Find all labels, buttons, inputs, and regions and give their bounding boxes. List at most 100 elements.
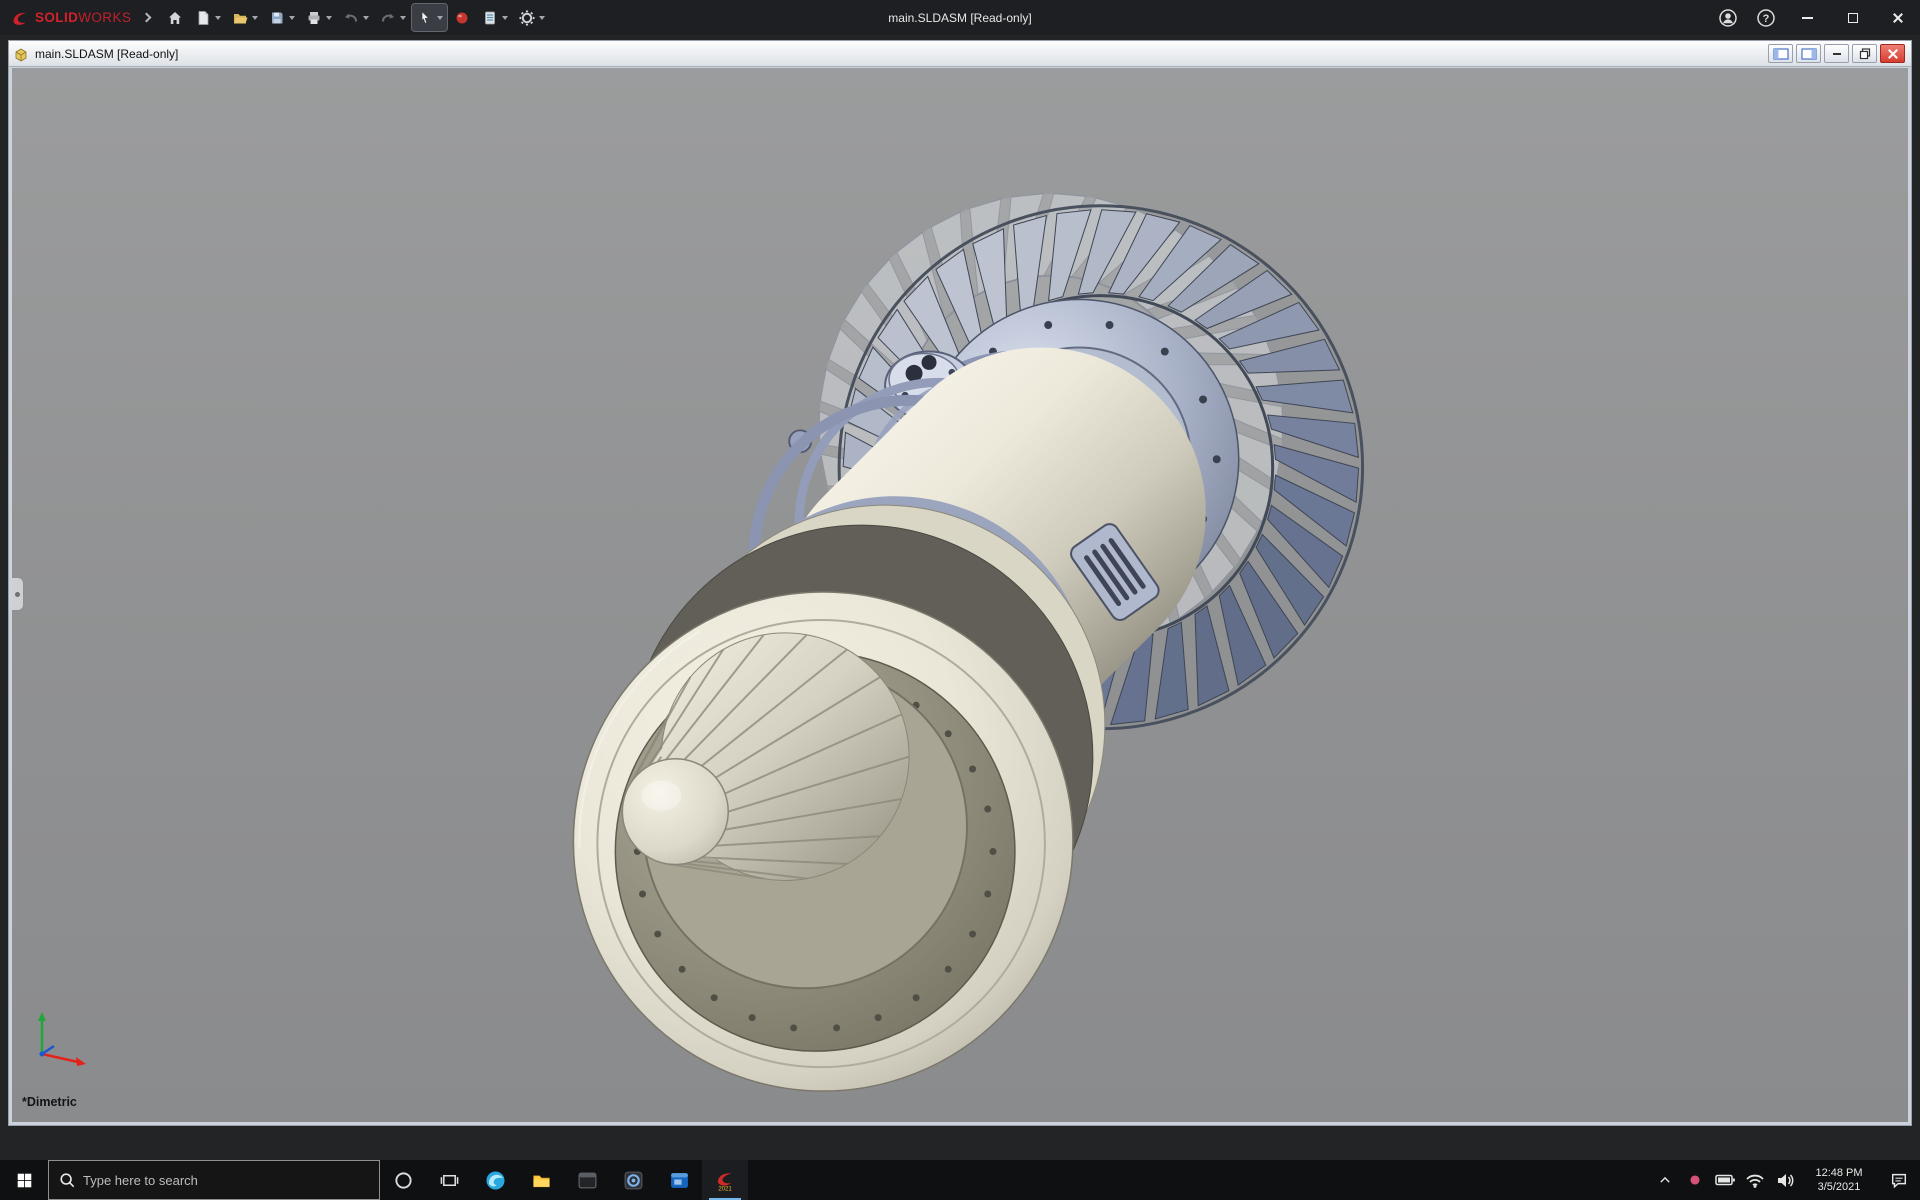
viewer-app-button[interactable] [610, 1160, 656, 1200]
volume-button[interactable] [1770, 1160, 1800, 1200]
clock-time: 12:48 PM [1815, 1166, 1862, 1180]
svg-text:2021: 2021 [718, 1187, 732, 1192]
design-binder-icon [481, 9, 499, 27]
select-button[interactable] [412, 4, 447, 31]
open-icon [231, 9, 249, 27]
document-minimize-button[interactable] [1824, 44, 1849, 63]
document-title: main.SLDASM [Read-only] [35, 47, 178, 61]
new-document-button[interactable] [190, 4, 225, 31]
terminal-icon [577, 1170, 598, 1191]
home-icon [166, 9, 184, 27]
document-window: main.SLDASM [Read-only] [8, 40, 1912, 1126]
help-button[interactable]: ? [1747, 0, 1785, 35]
toggle-left-pane-button[interactable] [1768, 44, 1793, 63]
undo-icon [342, 9, 360, 27]
toggle-left-pane-icon [1773, 48, 1789, 60]
network-button[interactable] [1740, 1160, 1770, 1200]
3ds-logo-icon [10, 8, 30, 28]
maximize-icon [1848, 13, 1858, 23]
battery-button[interactable] [1710, 1160, 1740, 1200]
save-button[interactable] [264, 4, 299, 31]
dropdown-caret-icon [539, 16, 545, 20]
task-view-button[interactable] [426, 1160, 472, 1200]
app-titlebar: SOLIDWORKS [0, 0, 1920, 35]
viewer-app-icon [623, 1170, 644, 1191]
save-icon [268, 9, 286, 27]
open-button[interactable] [227, 4, 262, 31]
print-icon [305, 9, 323, 27]
jet-engine-model[interactable] [12, 68, 1908, 1122]
dropdown-caret-icon [289, 16, 295, 20]
dropdown-caret-icon [326, 16, 332, 20]
design-binder-button[interactable] [477, 4, 512, 31]
edge-button[interactable] [472, 1160, 518, 1200]
solidworks-icon: 2021 [714, 1169, 736, 1191]
help-icon: ? [1756, 8, 1776, 28]
close-button[interactable] [1875, 0, 1920, 35]
system-tray: 12:48 PM 3/5/2021 [1650, 1160, 1920, 1200]
taskbar-search[interactable] [48, 1160, 380, 1200]
new-document-icon [194, 9, 212, 27]
close-icon [1893, 13, 1903, 23]
print-button[interactable] [301, 4, 336, 31]
options-button[interactable] [514, 4, 549, 31]
search-icon [59, 1172, 75, 1188]
window-app-icon [669, 1170, 690, 1191]
cortana-icon [394, 1171, 413, 1190]
maximize-button[interactable] [1830, 0, 1875, 35]
file-explorer-button[interactable] [518, 1160, 564, 1200]
close-icon [1888, 49, 1898, 59]
document-restore-button[interactable] [1852, 44, 1877, 63]
orientation-triad [28, 1004, 92, 1068]
start-icon [16, 1172, 33, 1189]
start-button[interactable] [0, 1160, 48, 1200]
view-orientation-label: *Dimetric [22, 1095, 77, 1109]
account-button[interactable] [1709, 0, 1747, 35]
toggle-right-pane-icon [1801, 48, 1817, 60]
tab-dot-icon [15, 592, 20, 597]
dropdown-caret-icon [400, 16, 406, 20]
assembly-document-icon [13, 46, 29, 62]
dropdown-caret-icon [252, 16, 258, 20]
document-close-button[interactable] [1880, 44, 1905, 63]
account-icon [1718, 8, 1738, 28]
select-cursor-icon [416, 9, 434, 27]
document-titlebar[interactable]: main.SLDASM [Read-only] [9, 41, 1911, 67]
redo-button[interactable] [375, 4, 410, 31]
brand-flyout-arrow-icon[interactable] [142, 13, 152, 23]
taskbar-clock[interactable]: 12:48 PM 3/5/2021 [1800, 1160, 1878, 1200]
tray-app-button[interactable] [1680, 1160, 1710, 1200]
dropdown-caret-icon [437, 16, 443, 20]
dropdown-caret-icon [363, 16, 369, 20]
action-center-button[interactable] [1878, 1160, 1920, 1200]
home-button[interactable] [162, 4, 188, 31]
terminal-button[interactable] [564, 1160, 610, 1200]
task-view-icon [440, 1171, 459, 1190]
window-app-button[interactable] [656, 1160, 702, 1200]
network-icon [1745, 1170, 1765, 1190]
edge-icon [485, 1170, 506, 1191]
options-gear-icon [518, 9, 536, 27]
battery-icon [1715, 1170, 1735, 1190]
solidworks-app-button[interactable]: 2021 [702, 1160, 748, 1200]
minimize-button[interactable] [1785, 0, 1830, 35]
tray-overflow-button[interactable] [1650, 1160, 1680, 1200]
search-input[interactable] [83, 1173, 369, 1188]
quick-access-toolbar [162, 0, 549, 35]
3dexperience-button[interactable] [449, 4, 475, 31]
undo-button[interactable] [338, 4, 373, 31]
tray-app-icon [1688, 1173, 1702, 1187]
file-explorer-icon [531, 1170, 552, 1191]
taskbar: 2021 [0, 1160, 1920, 1200]
document-window-controls [1768, 44, 1907, 63]
brand-text: SOLIDWORKS [35, 10, 131, 25]
minimize-icon [1833, 53, 1841, 55]
cortana-button[interactable] [380, 1160, 426, 1200]
window-controls: ? [1709, 0, 1920, 35]
task-pane-collapsed-tab[interactable] [12, 577, 24, 611]
3d-viewport[interactable]: *Dimetric [12, 68, 1908, 1122]
svg-text:?: ? [1763, 13, 1770, 25]
dropdown-caret-icon [502, 16, 508, 20]
toggle-right-pane-button[interactable] [1796, 44, 1821, 63]
dropdown-caret-icon [215, 16, 221, 20]
